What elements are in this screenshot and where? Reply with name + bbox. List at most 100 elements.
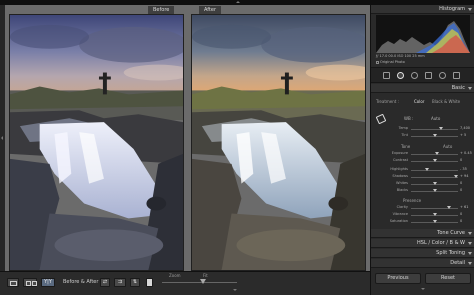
contrast-label: Contrast xyxy=(393,158,408,162)
red-eye-tool-icon[interactable] xyxy=(411,72,418,79)
white-balance-selector-icon[interactable] xyxy=(375,113,387,125)
treatment-bw-option[interactable]: Black & White xyxy=(432,99,460,104)
highlights-label: Highlights xyxy=(390,167,408,171)
contrast-slider-thumb[interactable] xyxy=(432,159,437,162)
before-after-mode-icon[interactable]: Y|Y xyxy=(41,278,55,287)
after-landscape-image xyxy=(192,15,365,270)
basic-title: Basic xyxy=(451,85,465,91)
whites-value[interactable]: 0 xyxy=(460,181,462,185)
clarity-label: Clarity xyxy=(396,205,408,209)
previous-button[interactable]: Previous xyxy=(375,273,421,284)
hsl-collapse-icon[interactable] xyxy=(468,242,472,245)
shadows-value[interactable]: + 94 xyxy=(460,174,469,178)
reset-button[interactable]: Reset xyxy=(425,273,471,284)
shadows-slider-thumb[interactable] xyxy=(454,175,459,178)
before-label: Before xyxy=(148,6,175,14)
saturation-slider-thumb[interactable] xyxy=(432,220,437,223)
basic-header[interactable]: Basic xyxy=(371,84,474,93)
tint-slider-row[interactable]: Tint + 5 xyxy=(371,133,474,139)
crop-tool-icon[interactable] xyxy=(383,72,390,79)
saturation-slider-row[interactable]: Saturation 0 xyxy=(371,219,474,225)
shadows-slider-row[interactable]: Shadows + 94 xyxy=(371,174,474,180)
vibrance-slider-thumb[interactable] xyxy=(432,213,437,216)
saturation-label: Saturation xyxy=(389,219,408,223)
before-landscape-image xyxy=(10,15,183,270)
vibrance-value[interactable]: 0 xyxy=(460,212,462,216)
tint-label: Tint xyxy=(401,133,408,137)
whites-slider-thumb[interactable] xyxy=(432,182,437,185)
highlights-slider-row[interactable]: Highlights - 35 xyxy=(371,167,474,173)
zoom-slider-thumb[interactable] xyxy=(200,279,206,284)
temp-slider-thumb[interactable] xyxy=(439,127,444,130)
clarity-slider-row[interactable]: Clarity + 61 xyxy=(371,205,474,211)
tone-auto-button[interactable]: Auto xyxy=(443,144,452,149)
loupe-view-icon[interactable] xyxy=(7,278,19,287)
temp-slider-row[interactable]: Temp 7,400 xyxy=(371,126,474,132)
exposure-slider-row[interactable]: Exposure + 0.45 xyxy=(371,151,474,157)
filmstrip-toggle-arrow-icon[interactable] xyxy=(233,289,237,291)
clarity-slider-track[interactable] xyxy=(411,208,458,209)
before-after-view: Before After xyxy=(5,5,370,271)
radial-filter-icon[interactable] xyxy=(439,72,446,79)
original-photo-toggle[interactable]: Original Photo xyxy=(376,60,405,64)
treatment-row: Treatment : Color Black & White xyxy=(374,98,473,106)
compare-view-icon[interactable] xyxy=(23,278,37,287)
wb-dropdown[interactable]: Auto xyxy=(431,116,440,121)
blacks-slider-thumb[interactable] xyxy=(432,189,437,192)
histogram-collapse-icon[interactable] xyxy=(468,8,472,11)
histogram-title: Histogram xyxy=(439,6,465,12)
graduated-filter-icon[interactable] xyxy=(425,72,432,79)
histogram-graph[interactable] xyxy=(376,15,470,53)
contrast-slider-row[interactable]: Contrast 0 xyxy=(371,158,474,164)
hsl-header[interactable]: HSL / Color / B & W xyxy=(371,239,474,248)
exposure-value[interactable]: + 0.45 xyxy=(460,151,472,155)
clarity-value[interactable]: + 61 xyxy=(460,205,469,209)
vibrance-slider-row[interactable]: Vibrance 0 xyxy=(371,212,474,218)
after-photo[interactable] xyxy=(191,14,366,271)
tone-curve-collapse-icon[interactable] xyxy=(468,232,472,235)
top-panel-arrow-icon[interactable] xyxy=(236,1,240,3)
temp-value[interactable]: 7,400 xyxy=(460,126,470,130)
adjustment-brush-icon[interactable] xyxy=(453,72,460,79)
tone-section-label: Tone xyxy=(401,144,411,149)
shadows-slider-track[interactable] xyxy=(411,177,458,178)
split-toning-header[interactable]: Split Toning xyxy=(371,249,474,258)
temp-slider-track[interactable] xyxy=(411,129,458,130)
spot-removal-tool-icon[interactable] xyxy=(397,72,404,79)
left-panel-arrow-icon[interactable] xyxy=(1,136,3,140)
tint-slider-thumb[interactable] xyxy=(433,134,438,137)
blacks-label: Blacks xyxy=(396,188,408,192)
vibrance-label: Vibrance xyxy=(392,212,408,216)
contrast-value[interactable]: 0 xyxy=(460,158,462,162)
tint-value[interactable]: + 5 xyxy=(460,133,466,137)
highlights-slider-track[interactable] xyxy=(411,170,458,171)
bottom-toolbar: Y|Y Before & After : ⇄ ⇉ ⇅ Zoom Fit xyxy=(0,271,370,295)
basic-collapse-icon[interactable] xyxy=(468,87,472,90)
split-toning-collapse-icon[interactable] xyxy=(468,252,472,255)
histogram-header[interactable]: Histogram xyxy=(371,5,474,14)
clarity-slider-thumb[interactable] xyxy=(446,206,451,209)
swap-left-right-icon[interactable]: ⇄ xyxy=(100,278,110,287)
tone-curve-title: Tone Curve xyxy=(437,230,465,236)
blacks-value[interactable]: 0 xyxy=(460,188,462,192)
bottom-panel-arrow-icon[interactable] xyxy=(421,288,425,290)
exposure-slider-thumb[interactable] xyxy=(434,152,439,155)
split-toning-title: Split Toning xyxy=(436,250,465,256)
copy-settings-icon[interactable]: ⇉ xyxy=(114,278,126,287)
detail-collapse-icon[interactable] xyxy=(468,262,472,265)
saturation-value[interactable]: 0 xyxy=(460,219,462,223)
tone-curve-header[interactable]: Tone Curve xyxy=(371,229,474,238)
blacks-slider-row[interactable]: Blacks 0 xyxy=(371,188,474,194)
after-label: After xyxy=(199,6,222,14)
soft-proofing-checkbox[interactable] xyxy=(146,278,153,287)
detail-header[interactable]: Detail xyxy=(371,259,474,268)
highlights-value[interactable]: - 35 xyxy=(460,167,467,171)
treatment-color-option[interactable]: Color xyxy=(414,99,424,104)
camera-info-readout: ƒ/ 17.0 00.0 ISO 100 25 mm xyxy=(376,54,425,58)
before-photo[interactable] xyxy=(9,14,184,271)
highlights-slider-thumb[interactable] xyxy=(424,168,429,171)
whites-label: Whites xyxy=(395,181,408,185)
original-photo-checkbox[interactable] xyxy=(376,60,379,64)
whites-slider-row[interactable]: Whites 0 xyxy=(371,181,474,187)
swap-settings-icon[interactable]: ⇅ xyxy=(130,278,140,287)
